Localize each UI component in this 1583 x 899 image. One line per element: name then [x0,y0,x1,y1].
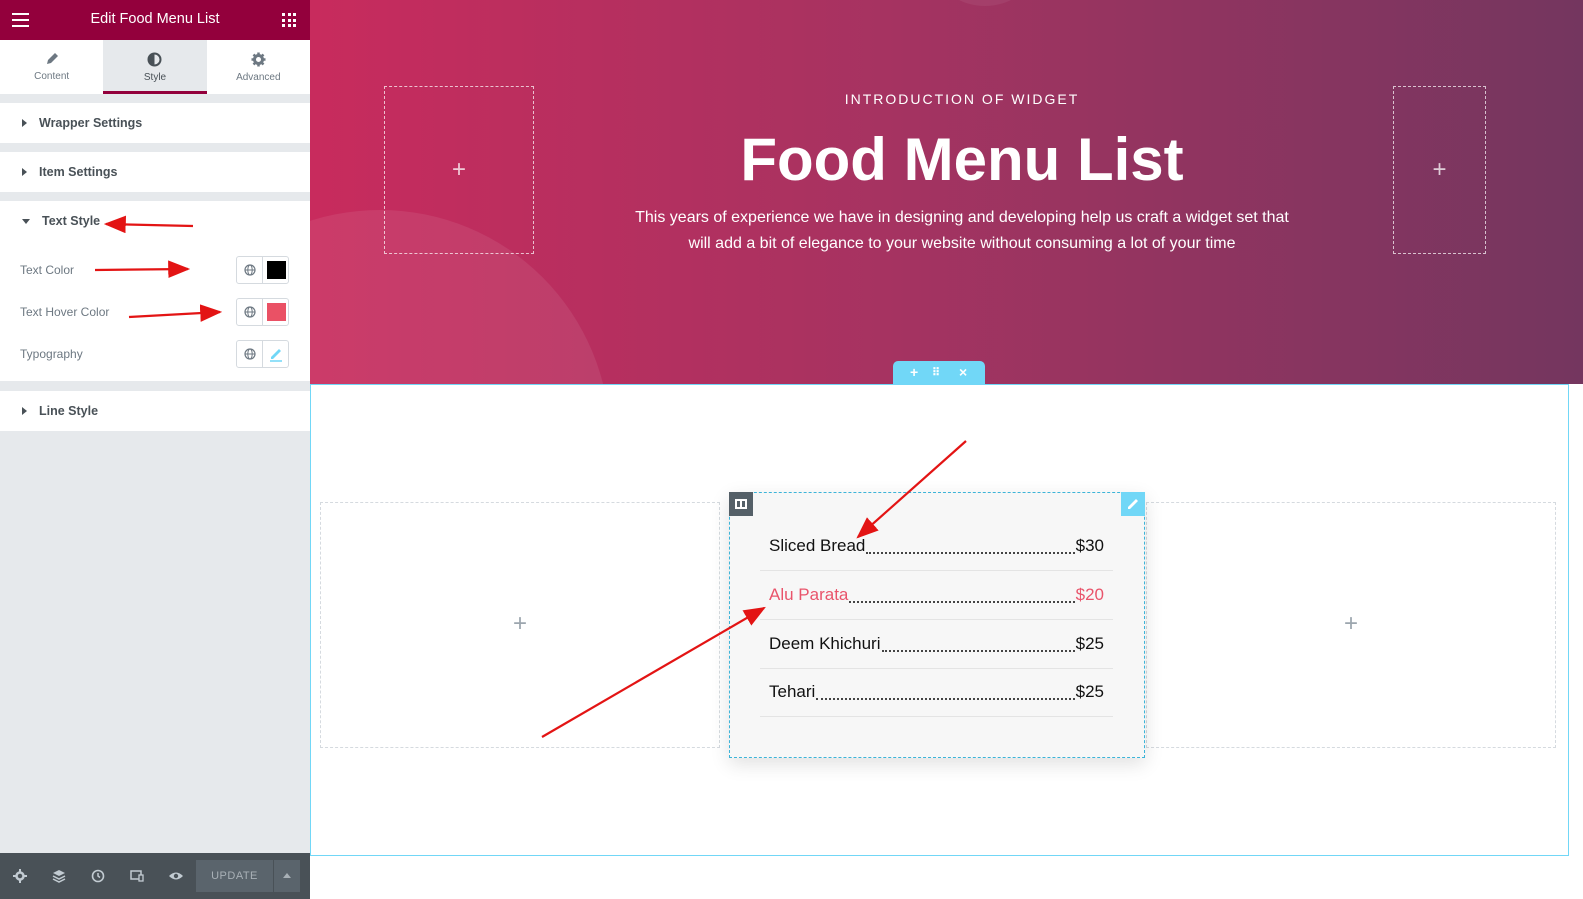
tab-advanced-label: Advanced [236,72,281,83]
section-line-style-label: Line Style [39,404,99,418]
panel-footer: UPDATE [0,853,310,899]
panel-tabs: Content Style Advanced [0,40,310,94]
edit-pencil-icon [1128,499,1138,509]
section-wrapper-label: Wrapper Settings [39,116,143,130]
gear-icon [251,52,266,67]
section-text-style-header[interactable]: Text Style [0,201,310,241]
global-fonts-icon[interactable] [237,341,263,367]
control-text-color: Text Color [0,255,310,285]
global-colors-icon[interactable] [237,257,263,283]
tab-content[interactable]: Content [0,40,103,94]
dotted-leader [816,698,1075,700]
control-text-hover-color: Text Hover Color [0,297,310,327]
menu-item-price: $30 [1075,536,1104,555]
text-hover-color-label: Text Hover Color [20,305,110,319]
edit-pencil-icon[interactable] [268,346,284,362]
menu-item-price: $20 [1075,585,1104,604]
caret-right-icon [22,407,27,415]
text-color-label: Text Color [20,263,75,277]
panel-header: Edit Food Menu List [0,0,310,40]
text-color-swatch[interactable] [267,261,286,279]
layers-icon[interactable] [51,868,67,884]
dotted-leader [849,601,1075,603]
empty-column-right[interactable]: + [1146,502,1556,748]
typography-label: Typography [20,347,83,361]
hero-eyebrow: INTRODUCTION OF WIDGET [844,91,1080,107]
menu-item-price: $25 [1075,634,1104,653]
update-options-button[interactable] [274,860,300,892]
hero-description: This years of experience we have in desi… [635,209,1289,252]
dotted-leader [881,650,1075,652]
section-wrapper-settings[interactable]: Wrapper Settings [0,103,310,143]
drag-handle-icon[interactable]: ⠿ [932,366,940,379]
tab-style[interactable]: Style [103,40,207,94]
contrast-icon [147,52,162,67]
update-button[interactable]: UPDATE [196,860,273,892]
menu-item-name: Alu Parata [769,585,849,604]
menu-item[interactable]: Alu Parata $20 [760,571,1113,620]
empty-column-left[interactable]: + [320,502,720,748]
section-item-label: Item Settings [39,165,118,179]
edit-widget-button[interactable] [1121,492,1145,516]
caret-right-icon [22,119,27,127]
section-text-style-label: Text Style [42,214,101,228]
control-typography: Typography [0,339,310,369]
hero-title: Food Menu List [740,126,1184,193]
hero-section: + + INTRODUCTION OF WIDGET Food Menu Lis… [310,0,1583,384]
responsive-icon[interactable] [129,868,145,884]
preview-eye-icon[interactable] [168,868,184,884]
delete-section-icon[interactable]: × [959,364,967,380]
add-element-icon[interactable]: + [1147,610,1555,638]
editor-panel: Edit Food Menu List Content Style Advanc… [0,0,310,899]
tab-advanced[interactable]: Advanced [207,40,310,94]
history-icon[interactable] [90,868,106,884]
section-item-settings[interactable]: Item Settings [0,152,310,192]
text-hover-color-swatch[interactable] [267,303,286,321]
pencil-icon [46,53,58,64]
menu-item-name: Sliced Bread [769,536,866,555]
add-element-icon[interactable]: + [321,610,719,638]
menu-item[interactable]: Sliced Bread $30 [760,522,1113,571]
menu-item-name: Tehari [769,682,816,701]
section-line-style[interactable]: Line Style [0,391,310,431]
menu-item[interactable]: Deem Khichuri $25 [760,620,1113,669]
widgets-grid-icon[interactable] [282,13,296,27]
caret-right-icon [22,168,27,176]
menu-item-price: $25 [1075,682,1104,701]
dotted-leader [866,552,1075,554]
decorative-circle [940,0,1030,6]
menu-item-name: Deem Khichuri [769,634,881,653]
tab-content-label: Content [34,71,70,82]
add-section-icon[interactable]: + [910,364,918,380]
global-colors-icon[interactable] [237,299,263,325]
menu-item[interactable]: Tehari $25 [760,668,1113,717]
column-handle-icon[interactable] [729,492,753,516]
panel-title: Edit Food Menu List [90,11,220,27]
tab-style-label: Style [143,72,167,83]
section-handle: + ⠿ × [893,361,985,384]
caret-up-icon [283,873,291,878]
caret-down-icon [22,218,30,224]
settings-icon[interactable] [12,868,28,884]
